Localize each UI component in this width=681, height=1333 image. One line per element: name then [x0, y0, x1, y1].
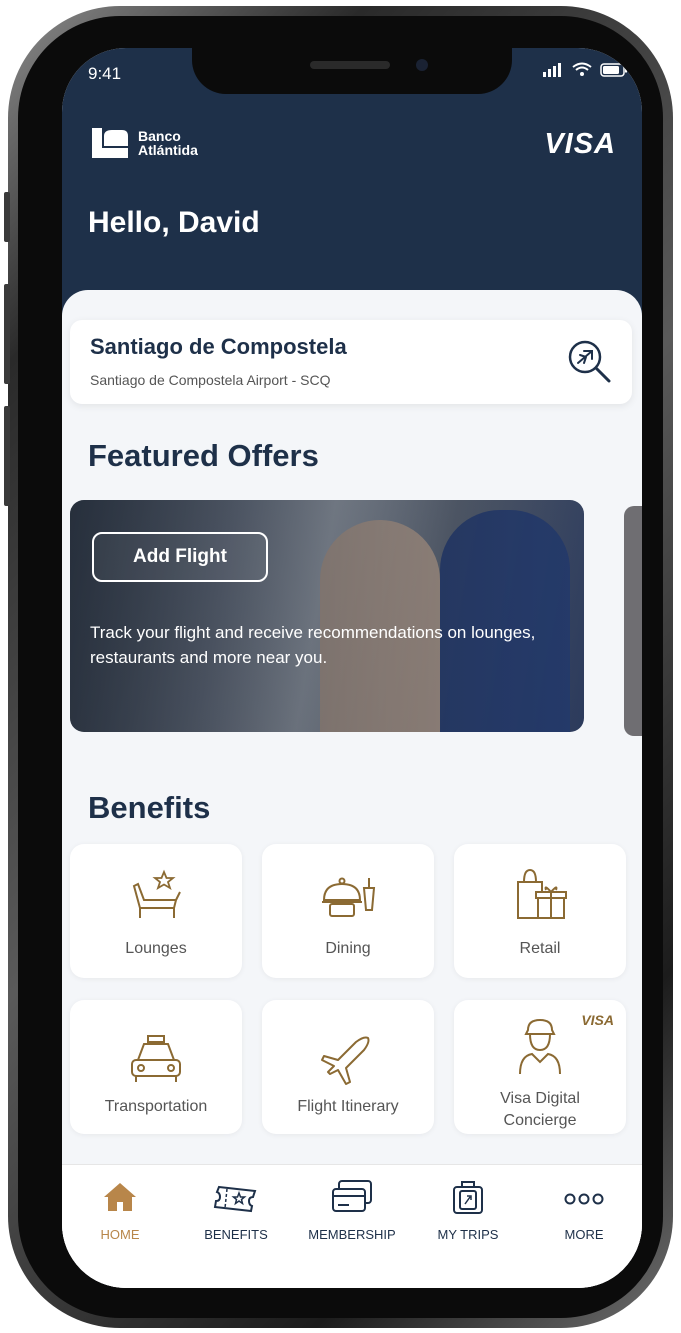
benefit-tile-visa-concierge[interactable]: VISA Visa Digital Concierge [454, 1000, 626, 1134]
volume-up-button [4, 284, 10, 384]
bank-name-line2: Atlántida [138, 142, 198, 158]
main-content: Santiago de Compostela Santiago de Compo… [62, 290, 642, 1288]
airplane-icon [321, 1036, 370, 1085]
destination-airport: Santiago de Compostela Airport - SCQ [90, 372, 331, 388]
home-icon [104, 1183, 136, 1211]
bank-logo-icon [90, 126, 130, 160]
status-icons [542, 62, 628, 77]
destination-city: Santiago de Compostela [90, 334, 347, 359]
benefit-tile-lounges[interactable]: Lounges [70, 844, 242, 978]
nav-item-membership[interactable]: MEMBERSHIP [294, 1179, 410, 1242]
nav-item-my-trips[interactable]: MY TRIPS [410, 1179, 526, 1242]
volume-down-button [4, 406, 10, 506]
next-offer-card-peek[interactable] [624, 506, 642, 736]
taxi-icon [131, 1035, 181, 1082]
ticket-icon [213, 1185, 257, 1213]
concierge-icon [519, 1018, 561, 1075]
featured-offer-card[interactable]: Add Flight Track your flight and receive… [70, 500, 584, 732]
phone-notch [192, 48, 512, 94]
dining-icon [322, 877, 376, 917]
airplane-search-icon[interactable] [564, 336, 614, 386]
wifi-icon [572, 62, 592, 76]
luggage-icon [453, 1181, 483, 1214]
benefit-label: Retail [519, 940, 561, 957]
benefit-label: Lounges [125, 940, 187, 957]
nav-item-more[interactable]: MORE [526, 1179, 642, 1242]
bank-logo: Banco Atlántida [90, 126, 198, 160]
nav-label: HOME [100, 1227, 140, 1242]
benefits-title: Benefits [88, 790, 211, 825]
nav-label: MEMBERSHIP [308, 1227, 396, 1242]
benefit-label: Flight Itinerary [297, 1098, 399, 1115]
greeting-title: Hello, David [88, 206, 260, 239]
visa-badge: VISA [581, 1012, 614, 1028]
bottom-navigation: HOME BENEFITS MEMBERSHIP MY TRIPS MORE [62, 1164, 642, 1288]
cards-icon [332, 1180, 372, 1212]
nav-item-home[interactable]: HOME [62, 1179, 178, 1242]
silent-switch [4, 192, 10, 242]
add-flight-button[interactable]: Add Flight [92, 532, 268, 582]
bank-name-line1: Banco [138, 128, 181, 144]
nav-label: MORE [564, 1227, 604, 1242]
benefit-label: Dining [325, 940, 371, 957]
benefit-label: Visa Digital Concierge [500, 1090, 580, 1129]
visa-logo: VISA [544, 128, 616, 160]
front-camera [416, 59, 428, 71]
benefit-label: Transportation [104, 1098, 208, 1115]
speaker-grille [310, 61, 390, 69]
nav-label: MY TRIPS [437, 1227, 499, 1242]
nav-label: BENEFITS [204, 1227, 268, 1242]
destination-search-card[interactable]: Santiago de Compostela Santiago de Compo… [70, 320, 632, 404]
signal-icon [543, 62, 561, 77]
status-time: 9:41 [88, 64, 122, 83]
benefit-tile-transportation[interactable]: Transportation [70, 1000, 242, 1134]
app-screen: 9:41 Banco Atlántida VISA Hello, David S… [62, 48, 642, 1288]
offer-description: Track your flight and receive recommenda… [90, 623, 536, 667]
battery-icon [600, 62, 627, 77]
more-dots-icon [564, 1193, 604, 1205]
lounge-icon [132, 869, 181, 918]
benefit-tile-dining[interactable]: Dining [262, 844, 434, 978]
benefit-tile-retail[interactable]: Retail [454, 844, 626, 978]
shopping-gift-icon [517, 868, 567, 919]
nav-item-benefits[interactable]: BENEFITS [178, 1179, 294, 1242]
featured-offers-title: Featured Offers [88, 438, 319, 473]
benefit-tile-flight-itinerary[interactable]: Flight Itinerary [262, 1000, 434, 1134]
